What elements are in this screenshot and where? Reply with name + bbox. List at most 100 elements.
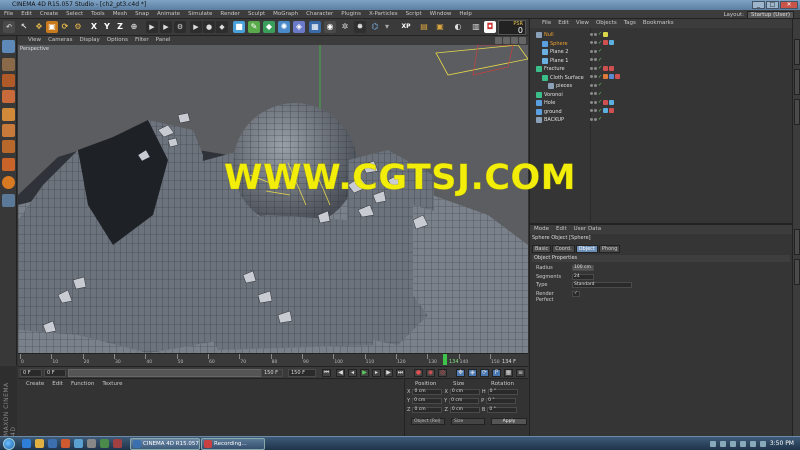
tab-phong[interactable]: Phong	[598, 245, 621, 253]
attributes-tab[interactable]	[794, 229, 800, 255]
polygons-mode-icon[interactable]	[2, 140, 15, 153]
material-menu-create[interactable]: Create	[26, 381, 44, 387]
key-selection-icon[interactable]: ◎	[438, 369, 447, 377]
plugin-a-icon[interactable]: ▤	[418, 21, 430, 33]
rotation-h-field[interactable]: 0 °	[487, 389, 518, 395]
select-arrow-icon[interactable]: ↖	[18, 21, 30, 33]
workplane-icon[interactable]: ▥	[470, 21, 482, 33]
enable-check-icon[interactable]: ✓	[598, 48, 602, 54]
deformer-icon[interactable]: ◈	[293, 21, 305, 33]
render-visibility-dot[interactable]	[594, 92, 597, 95]
menu-create[interactable]: Create	[40, 11, 58, 17]
record-keys-icon[interactable]: ▶	[190, 21, 202, 33]
min-frame-field[interactable]: 0 F	[44, 369, 66, 377]
timeline-ruler[interactable]: 0 10 20 30 40 50 60 70 80 90 100 110 120 130 140 150 13…	[18, 353, 528, 366]
viewport-menu-filter[interactable]: Filter	[135, 37, 149, 43]
material-menu-function[interactable]: Function	[71, 381, 94, 387]
editor-visibility-dot[interactable]	[590, 83, 593, 87]
record-icon[interactable]: ●	[414, 369, 423, 377]
enable-check-icon[interactable]: ✓	[598, 82, 602, 88]
zoom-icon[interactable]	[503, 37, 510, 44]
make-editable-icon[interactable]	[2, 40, 15, 53]
render-visibility-dot[interactable]	[594, 117, 597, 121]
attribute-render-perfect-field[interactable]: ✓	[572, 290, 580, 297]
next-key-icon[interactable]: ▶	[384, 369, 393, 377]
apply-button[interactable]: Apply	[491, 418, 527, 425]
object-tag-icon[interactable]	[603, 108, 609, 113]
object-tag-icon[interactable]	[603, 65, 609, 71]
points-mode-icon[interactable]	[2, 108, 15, 121]
menu-help[interactable]: Help	[459, 11, 472, 17]
cube-primitive-icon[interactable]: ■	[233, 21, 245, 33]
tab-object[interactable]: Object	[575, 245, 598, 253]
menu-tools[interactable]: Tools	[91, 11, 105, 17]
attribute-radius-field[interactable]: 100 cm	[572, 265, 594, 271]
menu-animate[interactable]: Animate	[157, 11, 180, 17]
tab-coord[interactable]: Coord.	[552, 245, 575, 253]
toggle-views-icon[interactable]	[519, 37, 526, 44]
size-mode-dropdown[interactable]: Size	[451, 418, 485, 425]
subdivision-icon[interactable]: ◆	[263, 21, 275, 33]
model-mode-icon[interactable]	[2, 58, 15, 71]
key-pla-icon[interactable]: ▦	[504, 369, 513, 377]
firefox-icon[interactable]	[61, 439, 70, 448]
camera-icon[interactable]: ◉	[324, 21, 336, 33]
enable-check-icon[interactable]: ✓	[598, 57, 602, 63]
show-desktop-icon[interactable]	[87, 439, 96, 448]
render-visibility-dot[interactable]	[594, 75, 597, 78]
viewport-menu-view[interactable]: View	[28, 37, 41, 43]
content-browser-tab[interactable]	[794, 69, 800, 95]
tab-basic[interactable]: Basic	[532, 245, 552, 253]
menu-file[interactable]: File	[4, 11, 13, 17]
start-frame-field[interactable]: 0 F	[20, 369, 42, 377]
spline-pen-icon[interactable]: ✎	[248, 21, 260, 33]
render-visibility-dot[interactable]	[594, 41, 597, 44]
explorer-icon[interactable]	[35, 439, 44, 448]
coordinate-system-icon[interactable]: ⊕	[128, 21, 140, 33]
perspective-viewport[interactable]: Perspective	[18, 45, 528, 353]
render-picture-viewer-icon[interactable]: ▶	[160, 21, 172, 33]
tray-battery-icon[interactable]	[729, 440, 736, 447]
snapshot-icon[interactable]: ◘	[484, 21, 496, 33]
timeline-cursor[interactable]	[443, 354, 447, 365]
editor-visibility-dot[interactable]	[590, 75, 593, 78]
enable-check-icon[interactable]: ✓	[598, 116, 602, 122]
render-visibility-dot[interactable]	[594, 66, 597, 70]
size-y-field[interactable]: 0 cm	[449, 398, 480, 404]
play-back-icon[interactable]: ◂	[348, 369, 357, 377]
recent-tools-icon[interactable]: ⚙	[72, 21, 84, 33]
object-row-null[interactable]: Null ✓	[532, 31, 609, 39]
editor-visibility-dot[interactable]	[590, 92, 593, 95]
system-clock[interactable]: 3:50 PM	[770, 440, 794, 447]
minimize-button[interactable]: _	[752, 1, 765, 9]
pan-icon[interactable]	[495, 37, 502, 44]
size-z-field[interactable]: 0 cm	[449, 407, 480, 413]
tray-volume-icon[interactable]	[739, 440, 746, 447]
tray-network-icon[interactable]	[709, 440, 716, 447]
xp-cache-icon[interactable]: XP	[400, 21, 412, 33]
key-param-icon[interactable]: P	[492, 369, 501, 377]
menu-mograph[interactable]: MoGraph	[273, 11, 298, 17]
object-tag-icon[interactable]	[609, 65, 615, 71]
floor-environment-icon[interactable]: ▦	[309, 21, 321, 33]
tweak-mode-icon[interactable]	[2, 176, 15, 189]
ie-icon[interactable]	[22, 439, 31, 448]
frame-range-slider[interactable]	[68, 369, 283, 377]
object-tag-icon[interactable]	[615, 74, 621, 79]
keyframe-selection-icon[interactable]: ◆	[216, 21, 228, 33]
layout-dropdown[interactable]: Startup (User)	[747, 11, 794, 19]
lock-x-axis-icon[interactable]: X	[88, 21, 100, 33]
goto-start-icon[interactable]: ⏮	[322, 369, 331, 377]
editor-visibility-dot[interactable]	[590, 41, 593, 44]
enable-check-icon[interactable]: ✓	[598, 99, 602, 105]
tray-extra-icon[interactable]	[759, 440, 766, 447]
om-menu-tags[interactable]: Tags	[624, 20, 636, 28]
editor-visibility-dot[interactable]	[590, 66, 593, 70]
enable-check-icon[interactable]: ✓	[598, 31, 602, 37]
layers-tab[interactable]	[794, 259, 800, 285]
close-button[interactable]: ✕	[780, 1, 798, 9]
end-frame-field[interactable]: 150 F	[288, 369, 316, 377]
extra-dropdown-icon[interactable]: ▾	[381, 21, 393, 33]
light-bulb-icon[interactable]: ✲	[339, 21, 351, 33]
am-menu-mode[interactable]: Mode	[534, 226, 549, 234]
